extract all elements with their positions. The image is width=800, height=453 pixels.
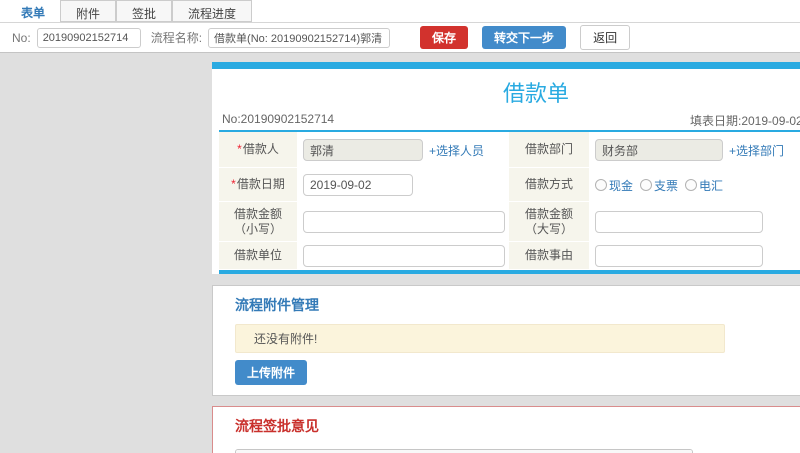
back-button[interactable]: 返回 (580, 25, 631, 50)
save-button[interactable]: 保存 (420, 26, 469, 49)
department-input (595, 139, 723, 161)
approval-title: 流程签批意见 (235, 418, 319, 434)
loan-unit-label: 借款单位 (219, 242, 297, 270)
workflow-toolbar: No: 流程名称: 保存 转交下一步 返回 (0, 23, 800, 53)
attachments-title: 流程附件管理 (235, 297, 319, 313)
amount-upper-label-text: 借款金额（大写） (524, 206, 573, 236)
tab-bar: 表单 附件 签批 流程进度 (0, 0, 800, 23)
form-date-text: 填表日期:2019-09-02 15:27:1 (690, 114, 800, 128)
tab-attachments[interactable]: 附件 (60, 0, 117, 22)
amount-lower-label: 借款金额（小写） (219, 202, 297, 242)
radio-wire[interactable]: 电汇 (685, 177, 723, 194)
process-name-input[interactable] (208, 27, 391, 48)
forward-next-step-button[interactable]: 转交下一步 (482, 26, 567, 49)
amount-lower-input[interactable] (303, 211, 505, 233)
rich-text-editor: B I abc A ⚑ 12 (235, 449, 693, 453)
no-input[interactable] (36, 27, 141, 48)
amount-upper-field (589, 202, 800, 242)
no-label: No: (12, 30, 31, 45)
amount-lower-field (297, 202, 509, 242)
required-mark: * (237, 142, 242, 156)
form-meta-row: No:20190902152714 填表日期:2019-09-02 15:27:… (212, 110, 800, 130)
process-name-label: 流程名称: (150, 31, 203, 45)
radio-icon (595, 179, 607, 191)
tab-form[interactable]: 表单 (6, 0, 61, 22)
loan-method-field: 现金 支票 电汇 (589, 168, 800, 202)
radio-cash-label: 现金 (609, 178, 634, 193)
tab-approval[interactable]: 签批 (116, 0, 173, 22)
form-title: 借款单 (502, 81, 569, 106)
select-department-link[interactable]: +选择部门 (729, 142, 784, 159)
loan-unit-input[interactable] (303, 245, 505, 267)
loan-unit-label-text: 借款单位 (233, 248, 282, 262)
loan-unit-field (297, 242, 509, 270)
radio-cash[interactable]: 现金 (595, 177, 633, 194)
form-no-text: No:20190902152714 (222, 112, 335, 126)
attachments-panel: 流程附件管理 还没有附件! 上传附件 (212, 285, 800, 396)
loan-method-label: 借款方式 (509, 168, 589, 202)
loan-reason-label: 借款事由 (509, 242, 589, 270)
approval-panel: 流程签批意见 B I abc A ⚑ 12 (212, 406, 800, 453)
panel-top-accent-bar (212, 62, 800, 69)
borrower-label-text: 借款人 (242, 142, 279, 156)
radio-icon (640, 179, 653, 191)
radio-check-label: 支票 (654, 178, 679, 193)
main-area: 借款单 No:20190902152714 填表日期:2019-09-02 15… (0, 53, 800, 453)
department-label-text: 借款部门 (524, 142, 573, 156)
upload-attachment-button[interactable]: 上传附件 (235, 360, 308, 385)
loan-date-label-text: 借款日期 (236, 177, 285, 191)
required-mark: * (231, 177, 236, 191)
amount-lower-label-text: 借款金额（小写） (233, 206, 282, 236)
form-table: * 借款人 +选择人员 借款部门 +选择部门 * 借款日期 (219, 130, 800, 274)
loan-date-input[interactable] (303, 174, 413, 196)
loan-reason-label-text: 借款事由 (524, 248, 573, 262)
loan-form-panel: 借款单 No:20190902152714 填表日期:2019-09-02 15… (212, 62, 800, 274)
radio-icon (685, 179, 698, 191)
borrower-input (303, 139, 423, 161)
tab-progress[interactable]: 流程进度 (172, 0, 253, 22)
borrower-label: * 借款人 (219, 132, 297, 168)
department-label: 借款部门 (509, 132, 589, 168)
department-field: +选择部门 (589, 132, 800, 168)
loan-method-label-text: 借款方式 (524, 177, 573, 191)
radio-wire-label: 电汇 (699, 178, 724, 193)
amount-upper-label: 借款金额（大写） (509, 202, 589, 242)
radio-check[interactable]: 支票 (640, 177, 678, 194)
loan-method-radio-group: 现金 支票 电汇 (595, 177, 723, 194)
borrower-field: +选择人员 (297, 132, 509, 168)
no-attachments-alert: 还没有附件! (235, 324, 725, 353)
select-person-link[interactable]: +选择人员 (429, 142, 484, 159)
loan-reason-field (589, 242, 800, 270)
loan-date-field (297, 168, 509, 202)
loan-date-label: * 借款日期 (219, 168, 297, 202)
loan-reason-input[interactable] (595, 245, 763, 267)
amount-upper-input[interactable] (595, 211, 763, 233)
